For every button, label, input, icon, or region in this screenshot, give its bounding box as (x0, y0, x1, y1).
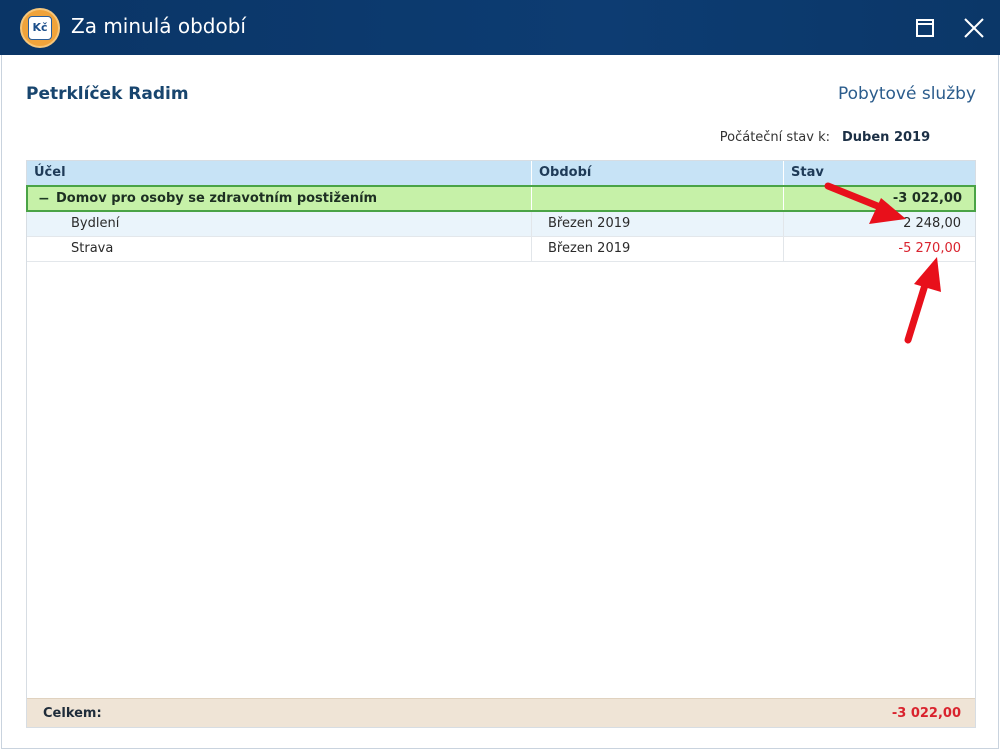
column-divider (531, 187, 532, 210)
collapse-toggle-icon[interactable]: − (38, 189, 50, 209)
app-icon-label: Kč (28, 16, 52, 40)
maximize-button[interactable] (911, 14, 939, 42)
table-row[interactable]: Bydlení Březen 2019 2 248,00 (27, 212, 975, 237)
initial-state-label: Počáteční stav k: (719, 130, 830, 145)
row-purpose: Strava (71, 241, 114, 256)
close-button[interactable] (960, 14, 988, 42)
row-period: Březen 2019 (548, 241, 631, 256)
grid-footer: Celkem: -3 022,00 (27, 698, 975, 727)
row-period: Březen 2019 (548, 216, 631, 231)
column-divider (783, 187, 784, 210)
window-title: Za minulá období (71, 14, 246, 38)
person-name: Petrklíček Radim (26, 84, 189, 104)
title-bar: Kč Za minulá období (0, 0, 1000, 55)
group-label: Domov pro osoby se zdravotním postižením (56, 191, 378, 206)
column-header-state[interactable]: Stav (784, 161, 975, 185)
row-value: -5 270,00 (898, 241, 961, 256)
balance-grid: Účel Období Stav − Domov pro osoby se zd… (26, 160, 976, 728)
column-header-purpose[interactable]: Účel (27, 161, 532, 185)
column-divider (783, 212, 784, 236)
row-value: 2 248,00 (903, 216, 961, 231)
grid-header: Účel Období Stav (27, 161, 975, 185)
total-label: Celkem: (43, 706, 102, 721)
close-icon (964, 18, 984, 38)
column-divider (783, 237, 784, 261)
group-value: -3 022,00 (892, 191, 962, 206)
kc-wallet-icon: Kč (20, 8, 60, 48)
column-header-period[interactable]: Období (532, 161, 784, 185)
column-divider (531, 237, 532, 261)
maximize-icon (916, 19, 934, 37)
table-row[interactable]: Strava Březen 2019 -5 270,00 (27, 237, 975, 262)
total-value: -3 022,00 (891, 706, 961, 721)
initial-state-value: Duben 2019 (842, 130, 931, 145)
group-row[interactable]: − Domov pro osoby se zdravotním postižen… (26, 185, 976, 212)
service-name: Pobytové služby (837, 84, 976, 104)
row-purpose: Bydlení (71, 216, 120, 231)
column-divider (531, 212, 532, 236)
